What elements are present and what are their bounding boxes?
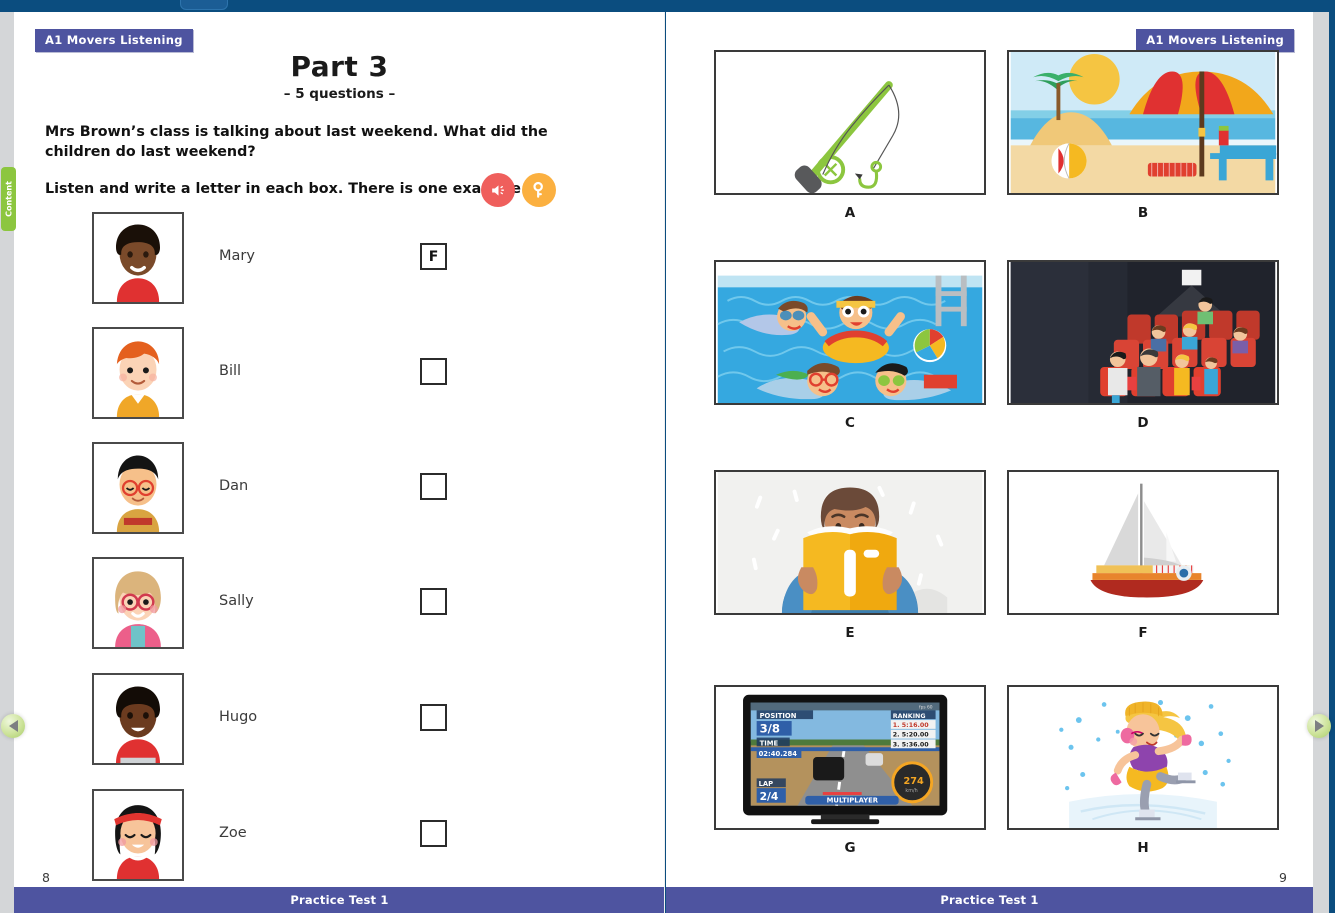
svg-text:fps 60: fps 60	[919, 704, 933, 710]
picture-cell: D	[1007, 260, 1279, 431]
question-row: Bill	[14, 327, 664, 419]
student-name: Zoe	[219, 825, 247, 841]
content-panel-tab[interactable]: Content	[1, 167, 16, 231]
question-row: Zoe	[14, 789, 664, 881]
chevron-left-icon	[8, 720, 18, 732]
picture-label: D	[1137, 415, 1149, 431]
student-name: Bill	[219, 363, 242, 379]
beach-umbrella-image	[1007, 50, 1279, 195]
chevron-right-icon	[1314, 720, 1324, 732]
picture-label: E	[845, 625, 855, 641]
video-game-image: POSITION 3/8 TIME 02:40.284 RANKING 1. 5…	[714, 685, 986, 830]
page-title: Part 3	[290, 50, 389, 83]
picture-label: A	[844, 205, 856, 221]
instruction-context: Mrs Brown’s class is talking about last …	[45, 124, 548, 161]
avatar	[92, 442, 184, 534]
speaker-icon[interactable]	[481, 173, 515, 207]
reading-book-image	[714, 470, 986, 615]
page-edge-left	[0, 12, 14, 913]
exam-badge-right: A1 Movers Listening	[1136, 29, 1294, 52]
student-name: Sally	[219, 593, 254, 609]
student-name: Dan	[219, 478, 249, 494]
svg-text:MULTIPLAYER: MULTIPLAYER	[827, 797, 879, 805]
page-number-left: 8	[42, 870, 50, 885]
ice-skating-image	[1007, 685, 1279, 830]
top-toolbar	[0, 0, 1335, 12]
picture-label: C	[845, 415, 855, 431]
picture-label: G	[844, 840, 856, 856]
book-viewer: A1 Movers Listening Part 3 – 5 questions…	[0, 0, 1335, 913]
picture-label: F	[1138, 625, 1148, 641]
avatar	[92, 673, 184, 765]
answer-box[interactable]	[420, 704, 447, 731]
right-page: A1 Movers Listening A B C D E F POSITION…	[666, 12, 1313, 913]
question-row: Hugo	[14, 673, 664, 765]
answer-box[interactable]	[420, 820, 447, 847]
svg-text:3/8: 3/8	[760, 722, 780, 736]
svg-text:02:40.284: 02:40.284	[759, 750, 798, 758]
picture-cell: E	[714, 470, 986, 641]
previous-page-button[interactable]	[1, 714, 25, 738]
svg-text:2/4: 2/4	[760, 790, 779, 803]
svg-text:3. 5:36.00: 3. 5:36.00	[893, 741, 929, 748]
avatar	[92, 327, 184, 419]
picture-cell: F	[1007, 470, 1279, 641]
picture-cell: C	[714, 260, 986, 431]
exam-badge-left: A1 Movers Listening	[35, 29, 193, 52]
cinema-image	[1007, 260, 1279, 405]
question-row: Mary F	[14, 212, 664, 304]
next-page-button[interactable]	[1307, 714, 1331, 738]
avatar	[92, 212, 184, 304]
footer-right: Practice Test 1	[666, 887, 1313, 913]
answer-box[interactable]	[420, 473, 447, 500]
swimming-pool-image	[714, 260, 986, 405]
avatar	[92, 789, 184, 881]
student-name: Mary	[219, 248, 255, 264]
toolbar-button[interactable]	[180, 0, 228, 10]
fishing-rod-image	[714, 50, 986, 195]
footer-left: Practice Test 1	[14, 887, 664, 913]
svg-text:TIME: TIME	[760, 739, 779, 747]
question-row: Sally	[14, 557, 664, 649]
left-page: A1 Movers Listening Part 3 – 5 questions…	[14, 12, 665, 913]
svg-text:2. 5:20.00: 2. 5:20.00	[893, 732, 929, 739]
content-tab-label: Content	[4, 181, 13, 217]
picture-cell: POSITION 3/8 TIME 02:40.284 RANKING 1. 5…	[714, 685, 986, 856]
svg-text:km/h: km/h	[905, 788, 917, 794]
svg-text:POSITION: POSITION	[760, 712, 797, 720]
sailing-boat-image	[1007, 470, 1279, 615]
question-count: – 5 questions –	[283, 86, 396, 102]
picture-label: H	[1137, 840, 1149, 856]
picture-label: B	[1137, 205, 1149, 221]
answer-box[interactable]	[420, 358, 447, 385]
picture-cell: B	[1007, 50, 1279, 221]
answer-box[interactable]	[420, 588, 447, 615]
svg-text:LAP: LAP	[759, 780, 774, 788]
page-edge-right	[1313, 12, 1329, 913]
svg-text:1. 5:16.00: 1. 5:16.00	[893, 722, 929, 729]
page-number-right: 9	[1279, 870, 1287, 885]
picture-cell: H	[1007, 685, 1279, 856]
avatar	[92, 557, 184, 649]
answer-box[interactable]: F	[420, 243, 447, 270]
key-icon[interactable]	[522, 173, 556, 207]
student-name: Hugo	[219, 709, 258, 725]
picture-cell: A	[714, 50, 986, 221]
svg-text:274: 274	[903, 776, 924, 787]
question-row: Dan	[14, 442, 664, 534]
svg-text:RANKING: RANKING	[893, 713, 926, 720]
